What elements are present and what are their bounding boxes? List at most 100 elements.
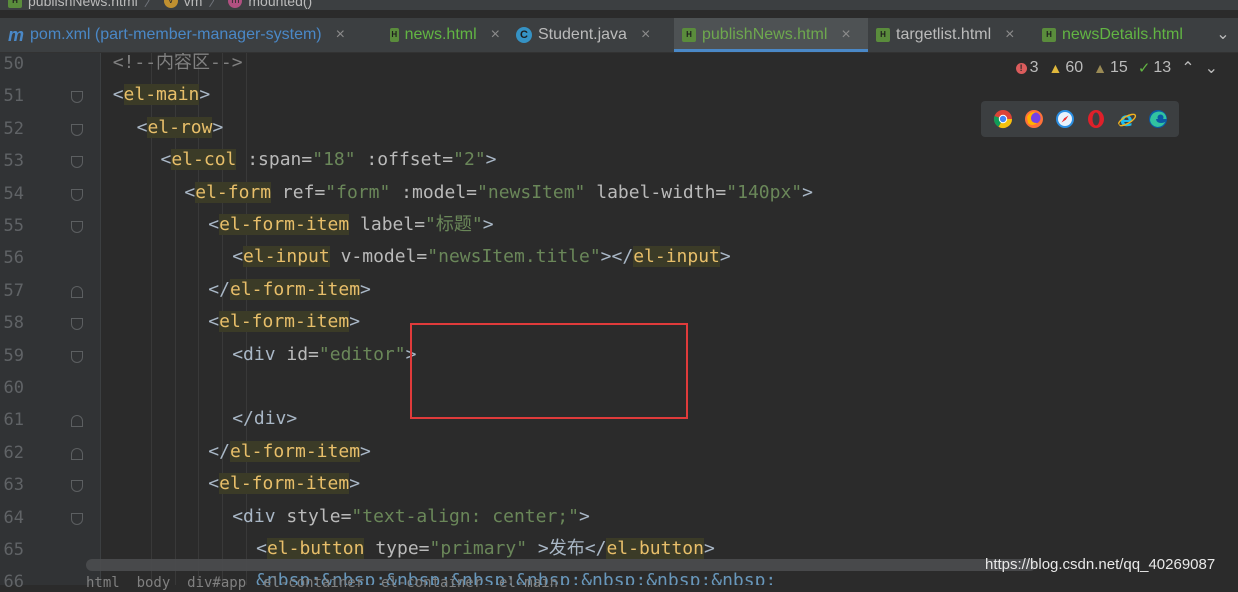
tab-label: publishNews.html: [702, 26, 828, 43]
html-file-icon: H: [390, 28, 399, 42]
previous-highlight-icon[interactable]: ⌃: [1181, 58, 1194, 78]
weak-warnings-count: 15: [1110, 59, 1128, 76]
code-line[interactable]: <div style="text-align: center;">: [232, 501, 590, 533]
code-line[interactable]: <!--内容区-->: [113, 53, 243, 79]
code-line[interactable]: <el-form ref="form" :model="newsItem" la…: [184, 177, 813, 209]
code-line[interactable]: <el-row>: [137, 112, 223, 144]
firefox-icon[interactable]: [1024, 109, 1044, 129]
fold-collapse-icon[interactable]: [71, 156, 83, 169]
html-file-icon: H: [876, 28, 890, 42]
fold-collapse-icon[interactable]: [71, 221, 83, 233]
close-icon[interactable]: ×: [491, 26, 500, 44]
code-line[interactable]: </el-form-item>: [208, 436, 371, 468]
breadcrumb-method[interactable]: mounted(): [248, 0, 312, 9]
line-number: 65: [3, 540, 24, 560]
line-number: 51: [3, 86, 24, 107]
breadcrumb-path: html body div#app el-container el-contai…: [86, 575, 559, 591]
line-number: 53: [3, 151, 24, 172]
tab-student-java[interactable]: C Student.java ×: [508, 18, 674, 52]
tab-targetlist-html[interactable]: H targetlist.html ×: [868, 18, 1034, 52]
editor-tab-bar: m pom.xml (part-member-manager-system) ×…: [0, 18, 1238, 53]
edge-icon[interactable]: [1148, 109, 1168, 129]
html-file-icon: H: [682, 28, 696, 42]
line-number: 55: [3, 216, 24, 236]
line-number: 61: [3, 410, 24, 431]
safari-icon[interactable]: [1055, 109, 1075, 129]
line-number: 59: [3, 345, 24, 366]
tab-newsdetails-html[interactable]: H newsDetails.html: [1034, 18, 1208, 52]
tab-label: news.html: [404, 26, 477, 43]
horizontal-scrollbar[interactable]: [86, 559, 1036, 571]
typos-indicator[interactable]: ✓ 13: [1138, 59, 1171, 77]
fold-collapse-icon[interactable]: [71, 350, 83, 363]
chrome-icon[interactable]: [993, 109, 1013, 129]
line-number: 56: [3, 248, 24, 269]
line-number: 57: [3, 280, 24, 301]
warnings-count: 60: [1065, 59, 1084, 76]
fold-expand-icon[interactable]: [71, 285, 83, 298]
browser-preview-bar: e: [981, 101, 1179, 137]
tab-label: Student.java: [538, 26, 627, 43]
code-line[interactable]: </div>: [232, 403, 297, 435]
fold-expand-icon[interactable]: [71, 447, 83, 460]
fold-expand-icon[interactable]: [71, 415, 83, 428]
typos-count: 13: [1153, 59, 1172, 76]
tab-pom-xml[interactable]: m pom.xml (part-member-manager-system) ×: [0, 18, 382, 52]
errors-count: 3: [1029, 59, 1039, 76]
editor-gutter: 50 51 52 53 54 55 56 57 58 59 60 61 62 63 64 65 66: [0, 53, 100, 592]
ie-icon[interactable]: e: [1117, 109, 1137, 129]
tab-news-html[interactable]: H news.html ×: [382, 18, 508, 52]
code-line[interactable]: </el-form-item>: [208, 274, 371, 306]
warning-icon: ▲: [1048, 60, 1063, 76]
fold-collapse-icon[interactable]: [71, 512, 83, 525]
next-highlight-icon[interactable]: ⌄: [1205, 58, 1218, 78]
breadcrumb-vm[interactable]: vm: [184, 0, 203, 9]
highlight-box: [410, 323, 688, 419]
close-icon[interactable]: ×: [336, 26, 345, 44]
code-line[interactable]: <el-input v-model="newsItem.title"></el-…: [232, 241, 731, 273]
code-line[interactable]: <el-form-item>: [208, 468, 360, 500]
opera-icon[interactable]: [1086, 109, 1106, 129]
line-number: 64: [3, 507, 24, 528]
maven-icon: m: [8, 24, 25, 45]
code-line[interactable]: <el-form-item label="标题">: [208, 209, 494, 241]
line-number: 66: [3, 572, 24, 592]
error-icon: !: [1015, 62, 1027, 74]
weak-warning-icon: ▲: [1093, 60, 1108, 76]
breadcrumb: H publishNews.html 〉 v vm 〉 m mounted(): [0, 0, 1238, 10]
fold-collapse-icon[interactable]: [71, 123, 83, 136]
tab-label: pom.xml (part-member-manager-system): [30, 26, 322, 43]
code-line[interactable]: <el-col :span="18" :offset="2">: [161, 144, 497, 176]
errors-indicator[interactable]: ! 3: [1015, 59, 1039, 77]
variable-icon: v: [163, 0, 178, 8]
html-file-icon: H: [8, 0, 22, 8]
watermark: https://blog.csdn.net/qq_40269087: [985, 556, 1216, 573]
weak-warnings-indicator[interactable]: ▲ 15: [1093, 59, 1128, 77]
tab-list-chevron-icon[interactable]: ⌄: [1208, 18, 1238, 52]
line-number: 52: [3, 118, 24, 139]
inspection-widget[interactable]: ! 3 ▲ 60 ▲ 15 ✓ 13 ⌃ ⌄: [1015, 58, 1218, 78]
warnings-indicator[interactable]: ▲ 60: [1049, 59, 1084, 77]
fold-collapse-icon[interactable]: [71, 480, 83, 493]
tab-publishnews-html[interactable]: H publishNews.html ×: [674, 18, 868, 52]
line-number: 50: [3, 54, 24, 74]
close-icon[interactable]: ×: [641, 26, 650, 44]
fold-collapse-icon[interactable]: [71, 91, 83, 104]
breadcrumb-separator: 〉: [143, 0, 158, 9]
breadcrumb-file[interactable]: publishNews.html: [28, 0, 138, 9]
fold-collapse-icon[interactable]: [71, 188, 83, 201]
html-file-icon: H: [1042, 28, 1056, 42]
tab-label: targetlist.html: [896, 26, 992, 43]
code-line[interactable]: <div id="editor">: [232, 339, 416, 371]
tab-label: newsDetails.html: [1062, 26, 1183, 43]
breadcrumb-separator: 〉: [208, 0, 223, 9]
line-number: 58: [3, 313, 24, 334]
fold-collapse-icon[interactable]: [71, 318, 83, 331]
close-icon[interactable]: ×: [1005, 26, 1014, 44]
line-number: 62: [3, 442, 24, 463]
code-line[interactable]: <el-main>: [113, 79, 210, 111]
close-icon[interactable]: ×: [841, 26, 850, 44]
code-line[interactable]: <el-form-item>: [208, 306, 360, 338]
line-number: 63: [3, 475, 24, 496]
method-icon: m: [228, 0, 243, 8]
